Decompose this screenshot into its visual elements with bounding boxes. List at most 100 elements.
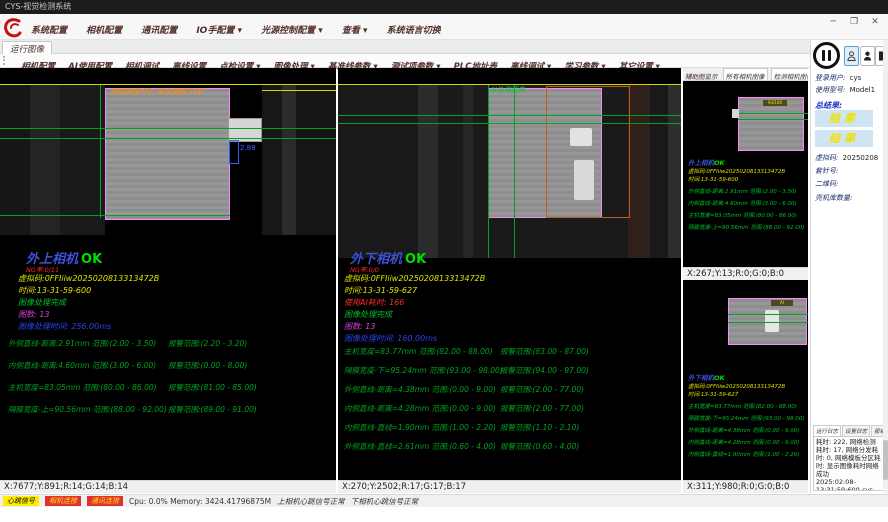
camera-view-upper[interactable]: 高度阈值:93, 吸合阈值:100 2.88 外上相机OK NG率:0/11 虚… [0,68,336,493]
menu-comm-config[interactable]: 通讯配置 [136,22,182,37]
camera-view-lower[interactable]: AI处理图像 外下相机OK NG率:0/0 虚拟码:0FFIiiw2025020… [338,68,681,493]
camera-connect-badge: 相机连接 [45,496,81,506]
time-text: 时间:13-31-59-600 [18,285,91,296]
measure-line [488,85,489,258]
alarm-range-text: 报警范围:(1.10 - 2.10) [500,422,579,433]
menu-view[interactable]: 查看 ▾ [337,22,373,37]
measurement-text: 内侧直线-直线=1.90mm 范围:(1.00 - 2.20) [688,450,799,458]
thumbnail-view-2[interactable]: AI 外下相机OK 虚拟码:0FFIiiw2025020813313472B 时… [683,280,808,480]
menu-io-config[interactable]: IO手配置 ▾ [191,22,247,37]
highlight-blob [574,160,594,200]
measurement-text: 外侧直线-直线=2.61mm 范围:(0.60 - 4.00) [344,441,496,452]
tab-run-log[interactable]: 运行日志 [813,425,841,436]
sidebar-scrollbar[interactable] [883,40,888,493]
camera-name: 外下相机 [688,374,714,382]
scrollbar-thumb[interactable] [883,440,888,480]
overlay-line [262,90,336,91]
barcode-text: 虚拟码:0FFIiiw2025020813313472B [344,273,485,284]
tab-setting-log[interactable]: 设置日志 [842,425,870,436]
threshold-note: AI [771,300,793,306]
process-time-text: 图像处理时间: 160.00ms [344,333,437,344]
result-box-lower: 结果 [815,130,873,147]
pause-icon [828,50,831,61]
thumbnail-view-1[interactable]: 93/100 外上相机OK 虚拟码:0FFIiiw202502081331347… [683,81,808,280]
menu-language-switch[interactable]: 系统语言切换 [382,22,446,37]
measurement-text: 主机宽度=83.05mm 范围:(80.00 - 86.00) [8,382,157,393]
process-done-text: 图像处理完成 [344,309,392,320]
alarm-range-text: 报警范围:(2.00 - 77.00) [500,384,584,395]
measure-line [0,215,230,216]
minimize-button[interactable]: ─ [824,16,842,28]
log-tab-strip: 运行日志设置日志报错日志 [813,425,883,436]
login-user-value: cys [850,74,862,82]
measurement-text: 内侧直线-距离=4.28mm 范围:(0.00 - 9.00) [344,403,496,414]
pixel-coordinate-bar: X:311;Y:980;R:0;G:0;B:0 [683,480,808,493]
virtual-code-label: 虚拟码: [815,154,838,162]
stock-count-label: 壳机库数量: [815,193,852,203]
window-title: CYS-视觉检测系统 [5,2,71,11]
measurement-text: 外侧直线-距离=4.38mm 范围:(0.00 - 9.00) [688,426,799,434]
alarm-range-text: 报警范围:(94.00 - 97.00) [500,365,589,376]
alarm-range-text: 报警范围:(0.60 - 4.00) [500,441,579,452]
measurement-text: 主机宽度=83.77mm 范围:(82.00 - 88.00) [688,402,797,410]
measure-line [514,85,515,258]
measurement-text: 内侧直线-距离:4.60mm 范围:(3.00 - 6.00) [8,360,156,371]
qr-code-label: 二维码: [815,179,838,189]
alarm-range-text: 报警范围:(2.00 - 77.00) [500,403,584,414]
pixel-coordinates: X:267;Y:13;R:0;G:0;B:0 [687,269,784,279]
threshold-note: 93/100 [763,100,787,106]
process-done-text: 图像处理完成 [18,297,66,308]
machine-background [0,85,105,235]
model-row: 使用型号: Model1 [815,85,875,95]
status-bar: 心跳信号 相机连接 通讯连接 Cpu: 0.0% Memory: 3424.41… [0,494,888,507]
tool-bar: 相机配置 AI使用配置 相机调试 离线设置 点检设置 ▾ 图像处理 ▾ 基准线参… [0,54,810,68]
view-tab-strip: 运行图像 [0,40,810,54]
measurement-text: 内侧直线-直线=1.90mm 范围:(1.00 - 2.20) [344,422,496,433]
time-text: 时间:13-31-59-600 [688,175,738,183]
pixel-coordinate-bar: X:270;Y:2502;R:17;G:17;B:17 [338,480,681,493]
app-logo-icon [3,17,23,39]
lower-camera-status-text: 下相机心跳信号正常 [351,496,419,507]
pause-button[interactable] [813,42,840,69]
alarm-range-text: 报警范围:(2.20 - 3.20) [168,338,247,349]
close-button[interactable]: ✕ [866,16,884,28]
alarm-range-text: 报警范围:(89.00 - 91.00) [168,404,257,415]
frame-count-text: 图数: 13 [18,309,49,320]
needle-no-label: 套针号: [815,166,838,176]
menu-system-config[interactable]: 系统配置 [26,22,72,37]
measurement-text: 外侧直线-距离=4.38mm 范围:(0.00 - 9.00) [344,384,496,395]
barcode-text: 虚拟码:0FFIiiw2025020813313472B [688,382,785,390]
run-log-text[interactable]: 耗时: 222, 网络检测耗时: 17, 网络分发耗时: 0, 网络模板分区耗时… [813,436,884,491]
toolbar-grip[interactable] [3,56,8,65]
alarm-range-text: 报警范围:(83.00 - 87.00) [500,346,589,357]
measure-line [738,113,808,114]
barcode-text: 虚拟码:0FFIiiw2025020813313472B [18,273,159,284]
barcode-text: 虚拟码:0FFIiiw2025020813313472B [688,167,785,175]
marker-value: 2.88 [240,144,256,152]
measure-marker-box [229,140,239,164]
result-ok: OK [714,374,725,382]
maximize-button[interactable]: ❐ [845,16,863,28]
measure-line [0,138,336,139]
right-sidebar: 登录用户: cys 使用型号: Model1 总结果: 结果 结果 虚拟码: 2… [810,40,888,493]
thumb-header-label: 辅助图显示 [683,69,720,81]
tab-all-cameras[interactable]: 所有相机图像 [723,68,768,81]
user-login-button[interactable] [844,46,859,66]
product-region-box [105,88,230,220]
measurement-text: 隔膜宽度-下=95.24mm 范围:(93.00 - 98.00) [344,365,503,376]
menu-light-config[interactable]: 光源控制配置 ▾ [256,22,328,37]
pixel-coordinates: X:311;Y:980;R:0;G:0;B:0 [687,482,789,492]
pause-icon [822,50,825,61]
measurement-text: 主机宽度=83.77mm 范围:(82.00 - 88.00) [344,346,493,357]
machine-background [262,85,336,235]
result-ok: OK [714,159,725,167]
user-switch-button[interactable] [860,46,875,66]
measure-line [728,314,808,315]
virtual-code-value: 20250208 [843,154,879,162]
tab-detect-cameras[interactable]: 检测相机图像 [771,68,808,81]
menu-camera-config[interactable]: 相机配置 [81,22,127,37]
pixel-coordinates: X:7677;Y:891;R:14;G:14;B:14 [4,482,128,492]
user-icon [847,50,856,62]
alarm-range-text: 报警范围:(0.00 - 8.00) [168,360,247,371]
measure-line [338,123,681,124]
